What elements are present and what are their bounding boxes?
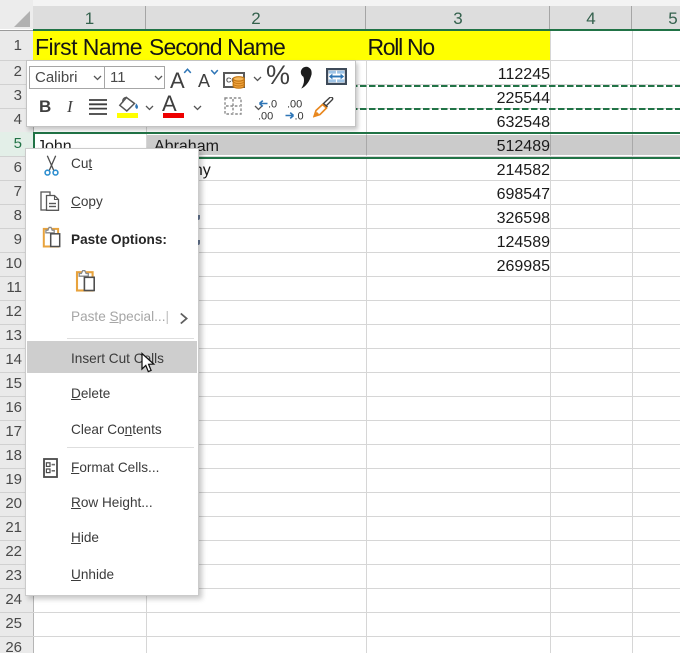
svg-text:.00: .00 [258,111,273,122]
svg-text:.0: .0 [268,99,277,111]
svg-text:.00: .00 [287,99,302,111]
svg-text:.0: .0 [295,111,304,122]
